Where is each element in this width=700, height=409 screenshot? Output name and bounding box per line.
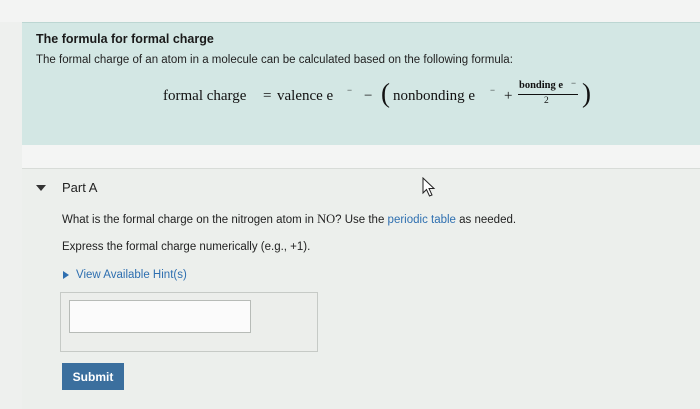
view-hints-link[interactable]: View Available Hint(s) — [62, 269, 187, 281]
intro-panel: The formula for formal charge The formal… — [22, 22, 700, 146]
section-gap — [22, 145, 700, 168]
formula-fraction-denominator: 2 — [544, 96, 549, 106]
formal-charge-formula: formal charge = valence e − − ( nonbondi… — [163, 78, 623, 114]
formula-lhs: formal charge — [163, 88, 247, 104]
part-a-section: Part A What is the formal charge on the … — [22, 168, 700, 409]
formula-equals: = — [263, 88, 272, 104]
formula-fraction-sup: − — [571, 78, 577, 88]
instruction-text: Express the formal charge numerically (e… — [62, 241, 311, 253]
formula-close-paren: ) — [582, 78, 591, 108]
periodic-table-link[interactable]: periodic table — [388, 214, 456, 226]
intro-description: The formal charge of an atom in a molecu… — [36, 54, 513, 66]
question-mid: ? Use the — [335, 214, 388, 226]
mouse-cursor-icon — [422, 176, 436, 202]
question-molecule: NO — [317, 212, 336, 226]
formula-nonbonding-sup: − — [490, 85, 496, 95]
question-text: What is the formal charge on the nitroge… — [62, 212, 516, 227]
formula-fraction-bar — [518, 94, 578, 95]
formula-minus: − — [364, 88, 373, 104]
submit-button[interactable]: Submit — [62, 363, 124, 390]
question-suffix: as needed. — [455, 214, 517, 226]
part-title[interactable]: Part A — [62, 180, 97, 195]
answer-input[interactable] — [69, 300, 251, 333]
formula-valence: valence e — [277, 88, 334, 104]
answer-container — [60, 292, 318, 352]
hint-label: View Available Hint(s) — [76, 269, 187, 281]
formula-open-paren: ( — [381, 78, 390, 108]
formula-valence-sup: − — [347, 85, 353, 95]
caret-right-icon — [63, 271, 69, 279]
formula-nonbonding: nonbonding e — [393, 88, 476, 104]
top-strip — [0, 0, 700, 22]
formula-fraction-numerator: bonding e — [519, 80, 564, 91]
collapse-toggle[interactable] — [34, 181, 48, 195]
question-prefix: What is the formal charge on the nitroge… — [62, 214, 318, 226]
formula-plus: + — [504, 88, 513, 104]
caret-down-icon — [36, 185, 46, 191]
intro-title: The formula for formal charge — [36, 32, 214, 46]
